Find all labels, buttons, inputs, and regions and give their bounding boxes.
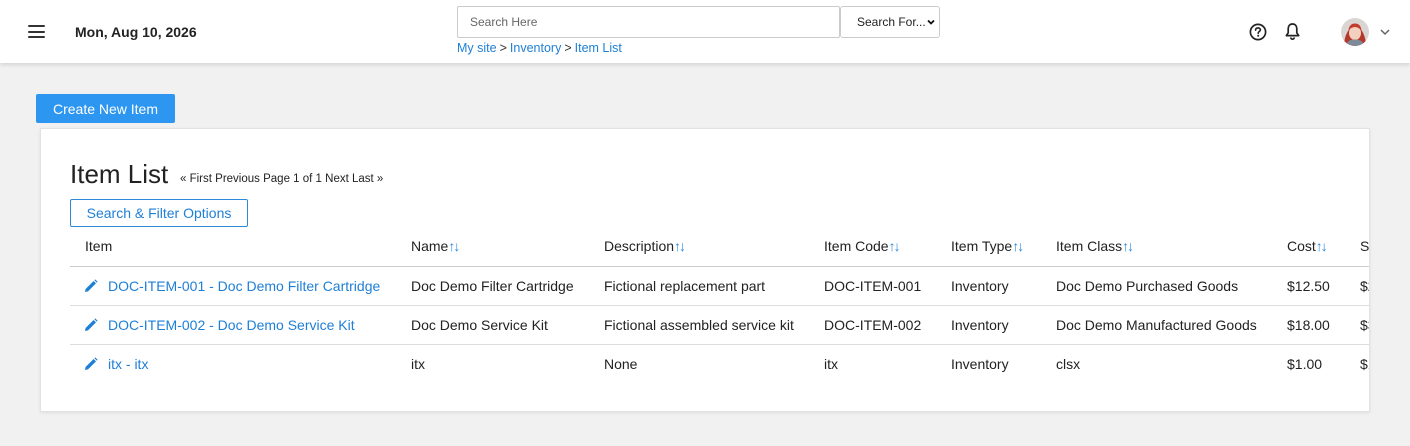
- table-row: itx - itx itx None itx Inventory clsx $1…: [70, 344, 1369, 383]
- cell-item-type: Inventory: [951, 266, 1056, 306]
- top-bar: Mon, Aug 10, 2026 Search For... My site>…: [0, 0, 1410, 63]
- column-header-label: Description: [604, 238, 675, 255]
- cell-name: Doc Demo Filter Cartridge: [411, 266, 604, 306]
- chevron-down-icon: [927, 19, 935, 25]
- cell-truncated: $3: [1360, 305, 1369, 345]
- breadcrumb-separator: >: [564, 41, 572, 55]
- cell-name: itx: [411, 355, 425, 372]
- column-header-label: Item Type: [951, 238, 1013, 255]
- search-for-select[interactable]: Search For...: [840, 6, 940, 38]
- breadcrumb: My site > Inventory > Item List: [457, 41, 622, 55]
- column-header-label: Name: [411, 238, 449, 255]
- cell-description: Fictional replacement part: [604, 266, 824, 306]
- pagination: « First Previous Page 1 of 1 Next Last »: [180, 173, 383, 185]
- pencil-icon[interactable]: [84, 357, 98, 371]
- cell-description: None: [604, 355, 638, 372]
- sort-arrows-icon[interactable]: ↑↓: [1122, 238, 1134, 254]
- column-header-cost: Cost↑↓: [1287, 227, 1360, 267]
- pager-last[interactable]: Last »: [352, 173, 383, 185]
- item-table: Item Name↑↓ Description↑↓ Item Code↑↓ It…: [70, 227, 1370, 383]
- column-header-item-code: Item Code↑↓: [824, 227, 951, 267]
- pager-previous[interactable]: Previous: [215, 173, 260, 185]
- column-header-label: S: [1360, 238, 1370, 255]
- table-row: DOC-ITEM-001 - Doc Demo Filter Cartridge…: [70, 266, 1369, 306]
- cell-item: itx - itx: [70, 344, 411, 383]
- cell-item-class: Doc Demo Purchased Goods: [1056, 266, 1287, 306]
- item-link[interactable]: DOC-ITEM-002 - Doc Demo Service Kit: [108, 317, 355, 333]
- page-title: Item List: [70, 159, 169, 189]
- cell-item-type: Inventory: [951, 305, 1056, 345]
- pager-page-indicator: Page 1 of 1: [263, 173, 322, 185]
- pager-next[interactable]: Next: [325, 173, 349, 185]
- table-header-row: Item Name↑↓ Description↑↓ Item Code↑↓ It…: [70, 227, 1370, 267]
- question-circle-icon[interactable]: [1249, 23, 1267, 41]
- column-header-item-class: Item Class↑↓: [1056, 227, 1287, 267]
- cell-item-code: DOC-ITEM-001: [824, 266, 951, 306]
- cell-cost: $18.00: [1287, 305, 1360, 345]
- breadcrumb-separator: >: [499, 41, 507, 55]
- cell-item-code: itx: [824, 355, 838, 372]
- column-header-name: Name↑↓: [411, 227, 604, 267]
- pencil-icon[interactable]: [84, 317, 98, 332]
- column-header-label: Item Code: [824, 238, 889, 255]
- cell-truncated: $2: [1360, 266, 1369, 306]
- column-header-label: Item Class: [1056, 238, 1123, 255]
- breadcrumb-inventory[interactable]: Inventory: [510, 41, 561, 55]
- breadcrumb-item-list[interactable]: Item List: [575, 41, 622, 55]
- cell-item-code: DOC-ITEM-002: [824, 305, 951, 345]
- cell-item-class: Doc Demo Manufactured Goods: [1056, 305, 1287, 345]
- cell-item: DOC-ITEM-001 - Doc Demo Filter Cartridge: [70, 266, 411, 306]
- search-for-select-value: Search For...: [857, 15, 926, 29]
- breadcrumb-my-site[interactable]: My site: [457, 41, 497, 55]
- item-list-card: Item List « First Previous Page 1 of 1 N…: [40, 128, 1370, 412]
- current-date: Mon, Aug 10, 2026: [75, 24, 197, 40]
- search-filter-options-button[interactable]: Search & Filter Options: [70, 199, 248, 227]
- table-row: DOC-ITEM-002 - Doc Demo Service Kit Doc …: [70, 305, 1369, 345]
- hamburger-icon[interactable]: [28, 25, 45, 38]
- column-header-truncated: S: [1360, 227, 1370, 267]
- cell-item-class: clsx: [1056, 355, 1081, 372]
- item-link[interactable]: itx - itx: [108, 356, 148, 372]
- cell-truncated: $1: [1360, 355, 1369, 372]
- sort-arrows-icon[interactable]: ↑↓: [889, 238, 901, 254]
- cell-item: DOC-ITEM-002 - Doc Demo Service Kit: [70, 305, 411, 345]
- sort-arrows-icon[interactable]: ↑↓: [674, 238, 686, 254]
- cell-item-type: Inventory: [951, 355, 1009, 372]
- create-new-item-button[interactable]: Create New Item: [36, 94, 175, 123]
- column-header-label: Item: [85, 238, 113, 255]
- user-avatar[interactable]: [1341, 18, 1369, 46]
- pencil-icon[interactable]: [84, 278, 98, 293]
- column-header-item-type: Item Type↑↓: [951, 227, 1056, 267]
- cell-cost: $12.50: [1287, 266, 1360, 306]
- sort-arrows-icon[interactable]: ↑↓: [448, 238, 460, 254]
- column-header-item: Item: [70, 227, 411, 267]
- sort-arrows-icon[interactable]: ↑↓: [1012, 238, 1024, 254]
- chevron-down-icon[interactable]: [1380, 28, 1390, 36]
- cell-name: Doc Demo Service Kit: [411, 305, 604, 345]
- cell-cost: $1.00: [1287, 355, 1323, 372]
- sort-arrows-icon[interactable]: ↑↓: [1316, 238, 1328, 254]
- search-input[interactable]: [457, 6, 840, 38]
- avatar-image: [1341, 18, 1369, 46]
- bell-icon[interactable]: [1284, 22, 1301, 41]
- cell-description: Fictional assembled service kit: [604, 305, 824, 345]
- item-link[interactable]: DOC-ITEM-001 - Doc Demo Filter Cartridge: [108, 278, 380, 294]
- column-header-description: Description↑↓: [604, 227, 824, 267]
- pager-first[interactable]: « First: [180, 173, 212, 185]
- column-header-label: Cost: [1287, 238, 1316, 255]
